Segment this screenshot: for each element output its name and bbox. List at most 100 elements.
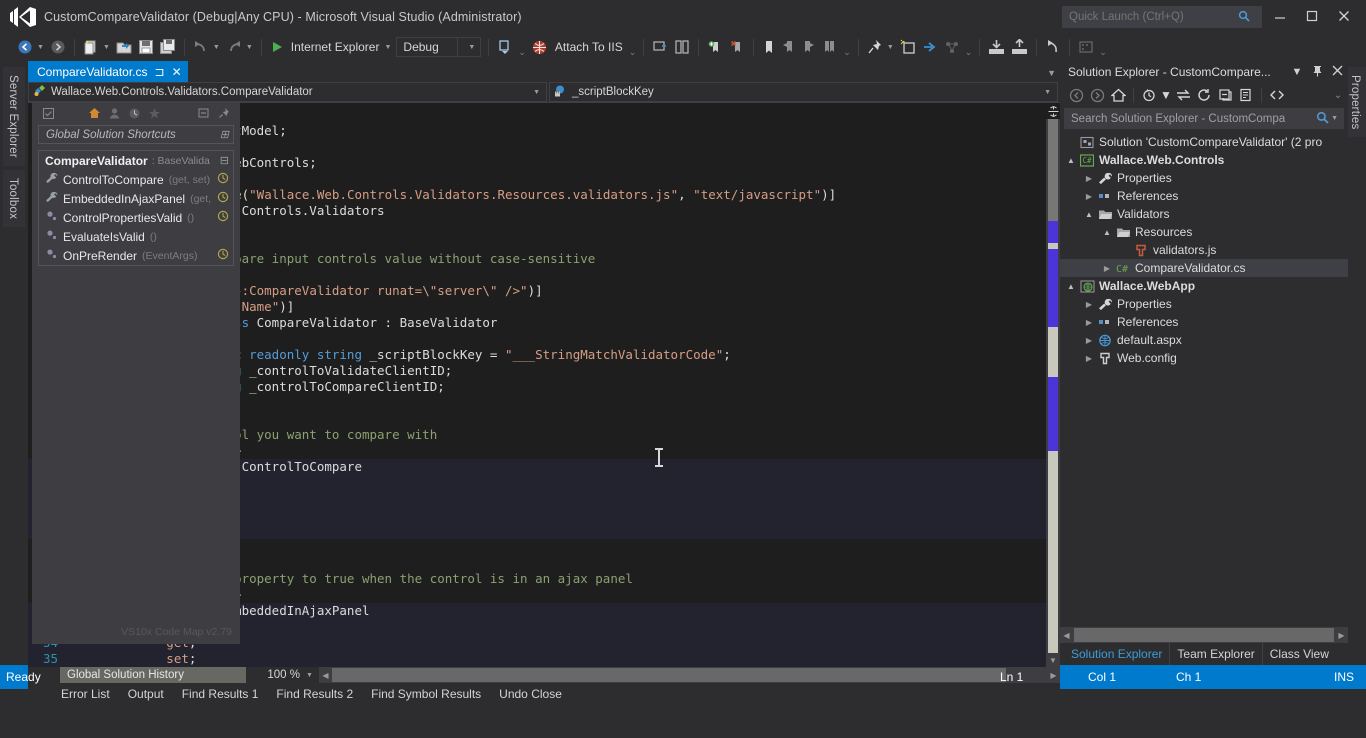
tree-item[interactable]: ▶default.aspx bbox=[1060, 331, 1348, 349]
pin-dropdown-icon[interactable]: ▼ bbox=[886, 44, 897, 51]
overflow-dots-icon[interactable]: ⌄ bbox=[1097, 47, 1109, 58]
scrollbar-track[interactable] bbox=[1048, 119, 1058, 653]
dock-tab-server-explorer[interactable]: Server Explorer bbox=[3, 67, 25, 166]
code-line[interactable]: 35 set; bbox=[28, 651, 1046, 667]
code-map-member-row[interactable]: OnPreRender (EventArgs) bbox=[39, 246, 233, 265]
home-icon[interactable] bbox=[84, 105, 104, 121]
overflow-dots-icon[interactable]: ⌄ bbox=[963, 47, 975, 58]
close-button[interactable] bbox=[1328, 4, 1360, 28]
pin-icon[interactable]: ⊐ bbox=[155, 66, 165, 78]
window-menu-icon[interactable]: ▼ bbox=[1290, 66, 1304, 78]
tab-solution-explorer[interactable]: Solution Explorer bbox=[1064, 643, 1170, 665]
code-map-member-row[interactable]: EvaluateIsValid () bbox=[39, 227, 233, 246]
collapse-all-icon[interactable] bbox=[1215, 85, 1235, 105]
clock-icon[interactable] bbox=[217, 248, 229, 263]
scroll-right-arrow[interactable]: ▶ bbox=[1335, 631, 1348, 640]
back-icon[interactable] bbox=[1066, 85, 1086, 105]
undo-dropdown-icon[interactable]: ▼ bbox=[212, 44, 223, 51]
bookmark-icon[interactable] bbox=[759, 36, 779, 58]
expander-icon[interactable]: ▲ bbox=[1100, 228, 1114, 237]
clear-bookmarks-icon[interactable] bbox=[819, 36, 841, 58]
tree-item[interactable]: ▶References bbox=[1060, 187, 1348, 205]
dock-tab-find-results-2[interactable]: Find Results 2 bbox=[267, 683, 362, 705]
toolbar-overflow-icon[interactable]: ⌄ bbox=[1328, 85, 1348, 105]
code-map-member-row[interactable]: EmbeddedInAjaxPanel (get, s bbox=[39, 189, 233, 208]
pending-changes-icon[interactable] bbox=[1139, 85, 1159, 105]
tree-item[interactable]: validators.js bbox=[1060, 241, 1348, 259]
check-out-icon[interactable] bbox=[1008, 36, 1031, 58]
clock-icon[interactable] bbox=[217, 172, 229, 187]
start-debugging-icon[interactable] bbox=[267, 36, 287, 58]
dock-tab-find-symbol-results[interactable]: Find Symbol Results bbox=[362, 683, 490, 705]
navigate-forward-icon[interactable] bbox=[47, 36, 69, 58]
attach-to-process-icon[interactable] bbox=[494, 36, 516, 58]
chevron-down-icon[interactable]: ▼ bbox=[533, 89, 543, 96]
solution-explorer-search[interactable]: Search Solution Explorer - CustomCompa ▼ bbox=[1064, 108, 1344, 129]
code-map-member-row[interactable]: ControlToCompare (get, set) bbox=[39, 170, 233, 189]
refresh-icon[interactable] bbox=[1194, 85, 1214, 105]
save-all-icon[interactable] bbox=[157, 36, 179, 58]
chevron-down-icon[interactable]: ▼ bbox=[1044, 89, 1054, 96]
clock-icon[interactable] bbox=[217, 191, 229, 206]
person-icon[interactable] bbox=[104, 105, 124, 121]
tree-item[interactable]: ▶Properties bbox=[1060, 169, 1348, 187]
overflow-dots-icon[interactable]: ⌄ bbox=[516, 47, 528, 58]
code-map-search[interactable]: Global Solution Shortcuts ⊞ bbox=[38, 125, 234, 144]
expander-icon[interactable]: ▶ bbox=[1082, 192, 1096, 201]
clock-icon[interactable] bbox=[124, 105, 144, 121]
collapse-box-icon[interactable]: ⊟ bbox=[220, 154, 229, 167]
expander-icon[interactable]: ▶ bbox=[1082, 318, 1096, 327]
scroll-left-arrow[interactable]: ◀ bbox=[1060, 631, 1073, 640]
search-icon[interactable] bbox=[1314, 111, 1331, 127]
solution-explorer-horizontal-scrollbar[interactable]: ◀ ▶ bbox=[1060, 627, 1348, 643]
source-control-explorer-icon[interactable] bbox=[1075, 36, 1097, 58]
tab-team-explorer[interactable]: Team Explorer bbox=[1170, 643, 1262, 665]
expander-icon[interactable]: ▲ bbox=[1082, 210, 1096, 219]
delete-breakpoint-icon[interactable] bbox=[726, 36, 748, 58]
dock-tab-toolbox[interactable]: Toolbox bbox=[3, 170, 25, 227]
overflow-dots-icon[interactable]: ⌄ bbox=[627, 47, 639, 58]
next-bookmark-icon[interactable] bbox=[799, 36, 819, 58]
quick-launch-input[interactable] bbox=[1063, 11, 1233, 23]
attach-to-iis-icon[interactable] bbox=[528, 36, 551, 58]
code-map-member-row[interactable]: ControlPropertiesValid () bbox=[39, 208, 233, 227]
solution-tree[interactable]: Solution 'CustomCompareValidator' (2 pro… bbox=[1060, 129, 1348, 627]
search-options-dropdown-icon[interactable]: ▼ bbox=[1331, 115, 1343, 122]
properties-icon[interactable] bbox=[1236, 85, 1256, 105]
document-tab-compare-validator[interactable]: CompareValidator.cs ⊐ ✕ bbox=[28, 61, 188, 82]
expander-icon[interactable]: ▲ bbox=[1064, 156, 1078, 165]
expander-icon[interactable]: ▶ bbox=[1100, 264, 1114, 273]
chevron-down-icon[interactable]: ▼ bbox=[457, 38, 478, 56]
member-navigation-combo[interactable]: _scriptBlockKey ▼ bbox=[549, 82, 1058, 102]
clock-icon[interactable] bbox=[217, 210, 229, 225]
check-in-icon[interactable] bbox=[985, 36, 1008, 58]
tree-item[interactable]: Solution 'CustomCompareValidator' (2 pro bbox=[1060, 133, 1348, 151]
tab-class-view[interactable]: Class View bbox=[1263, 643, 1336, 665]
home-icon[interactable] bbox=[1108, 85, 1128, 105]
step-into-icon[interactable] bbox=[649, 36, 671, 58]
tree-item[interactable]: ▲Validators bbox=[1060, 205, 1348, 223]
scroll-thumb[interactable] bbox=[1074, 628, 1334, 642]
star-icon[interactable] bbox=[144, 105, 164, 121]
expander-icon[interactable]: ▶ bbox=[1082, 174, 1096, 183]
tab-overflow-icon[interactable]: ▼ bbox=[1047, 68, 1056, 78]
step-over-icon[interactable] bbox=[671, 36, 693, 58]
forward-icon[interactable] bbox=[1087, 85, 1107, 105]
code-map-icon[interactable] bbox=[941, 36, 963, 58]
auto-hide-pin-icon[interactable] bbox=[1310, 65, 1324, 80]
save-icon[interactable] bbox=[135, 36, 157, 58]
dock-tab-undo-close[interactable]: Undo Close bbox=[490, 683, 571, 705]
minimize-button[interactable] bbox=[1264, 4, 1296, 28]
chevron-down-icon[interactable]: ▼ bbox=[1160, 85, 1172, 105]
tree-item[interactable]: ▶Properties bbox=[1060, 295, 1348, 313]
expand-box-icon[interactable]: ⊞ bbox=[220, 128, 229, 141]
expander-icon[interactable]: ▲ bbox=[1064, 282, 1078, 291]
quick-launch-box[interactable] bbox=[1062, 6, 1262, 28]
solution-configuration-combo[interactable]: Debug ▼ bbox=[396, 37, 481, 57]
tree-item[interactable]: ▲Resources bbox=[1060, 223, 1348, 241]
navigate-backward-dropdown-icon[interactable]: ▼ bbox=[36, 44, 47, 51]
type-navigation-combo[interactable]: Wallace.Web.Controls.Validators.CompareV… bbox=[28, 82, 547, 102]
overflow-dots-icon[interactable]: ⌄ bbox=[841, 47, 853, 58]
dock-tab-find-results-1[interactable]: Find Results 1 bbox=[173, 683, 268, 705]
redo-dropdown-icon[interactable]: ▼ bbox=[245, 44, 256, 51]
